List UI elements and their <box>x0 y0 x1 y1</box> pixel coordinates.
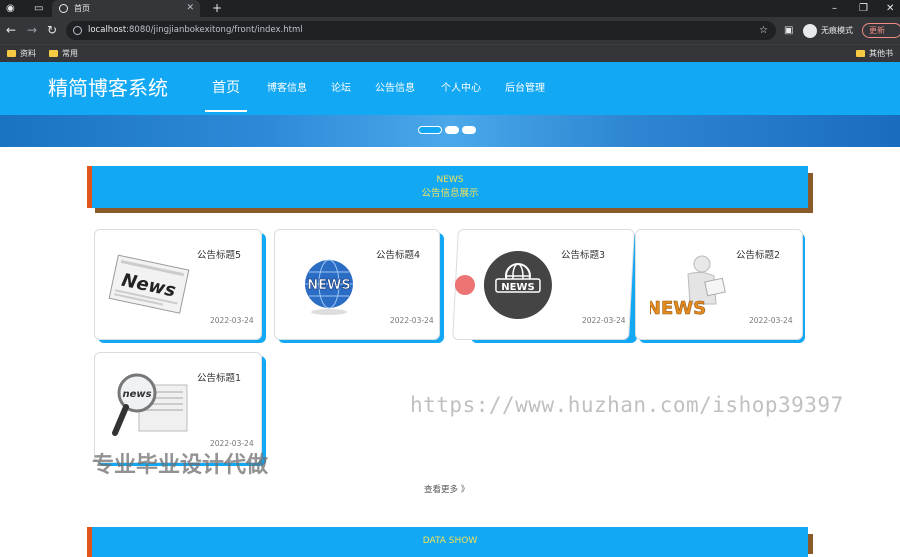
section-title-cn: 公告信息展示 <box>421 188 479 199</box>
section-title-en: DATA SHOW <box>422 536 478 546</box>
card-date: 2022-03-24 <box>581 316 626 325</box>
banner-carousel <box>0 115 900 147</box>
close-icon[interactable]: ✕ <box>186 0 194 17</box>
url-path: :8080/jingjianbokexitong/front/index.htm… <box>126 25 303 35</box>
bookmark-folder[interactable]: 常用 <box>49 45 78 63</box>
side-panel-icon[interactable]: ▣ <box>784 17 793 44</box>
news-circle-globe-icon: NEWS <box>483 251 552 319</box>
browser-toolbar: ← → ↻ localhost:8080/jingjianbokexitong/… <box>0 17 900 44</box>
folder-icon <box>49 50 58 57</box>
carousel-dot[interactable] <box>462 126 476 134</box>
notice-card[interactable]: NEWS 公告标题2 2022-03-24 <box>635 229 803 340</box>
notice-section-title: NEWS 公告信息展示 <box>87 166 808 208</box>
bookmarks-bar: 资料 常用 其他书签 <box>0 44 900 76</box>
nav-home[interactable]: 首页 <box>212 62 240 115</box>
incognito-label: 无痕模式 <box>821 26 853 35</box>
svg-text:NEWS: NEWS <box>501 282 534 293</box>
card-title: 公告标题5 <box>197 250 242 261</box>
nav-admin[interactable]: 后台管理 <box>505 62 545 115</box>
notice-card[interactable]: NEWS 公告标题4 2022-03-24 <box>274 229 440 340</box>
back-icon[interactable]: ← <box>3 22 19 38</box>
notice-card[interactable]: NEWS 公告标题3 2022-03-24 <box>452 229 635 340</box>
bookmark-folder[interactable]: 资料 <box>7 45 36 63</box>
news-globe-icon: NEWS <box>305 259 353 315</box>
card-date: 2022-03-24 <box>749 316 793 325</box>
card-date: 2022-03-24 <box>390 316 434 325</box>
tab-title: 首页 <box>74 4 90 13</box>
bookmark-label: 资料 <box>20 49 36 58</box>
folder-icon <box>856 50 865 57</box>
restore-icon[interactable]: ❐ <box>859 0 868 17</box>
tab-search-icon[interactable]: ▭ <box>34 0 43 17</box>
browser-menu-icon[interactable]: ◉ <box>6 0 15 17</box>
nav-notice[interactable]: 公告信息 <box>375 62 415 115</box>
nav-forum[interactable]: 论坛 <box>331 62 351 115</box>
data-section-title: DATA SHOW <box>87 527 808 557</box>
other-bookmarks[interactable]: 其他书签 <box>856 45 900 76</box>
incognito-icon <box>803 24 817 38</box>
browser-tab-strip: ◉ ▭ 首页 ✕ + – ❐ ✕ <box>0 0 900 17</box>
news-magnifier-icon: news <box>112 373 188 436</box>
news-newspaper-icon: News <box>108 254 190 314</box>
view-more-link[interactable]: 查看更多 》 <box>424 483 469 495</box>
folder-icon <box>7 50 16 57</box>
reload-icon[interactable]: ↻ <box>44 22 60 38</box>
nav-active-indicator <box>205 110 247 112</box>
svg-text:NEWS: NEWS <box>650 298 706 318</box>
url-host: localhost <box>88 25 127 35</box>
card-title: 公告标题4 <box>376 250 421 261</box>
nav-profile[interactable]: 个人中心 <box>441 62 481 115</box>
browser-tab[interactable]: 首页 ✕ <box>52 0 200 17</box>
new-tab-icon[interactable]: + <box>212 0 222 17</box>
bookmark-label: 常用 <box>62 49 78 58</box>
carousel-indicators <box>418 125 478 137</box>
carousel-dot[interactable] <box>418 126 442 134</box>
minimize-icon[interactable]: – <box>832 0 837 17</box>
svg-text:NEWS: NEWS <box>307 278 350 293</box>
globe-icon <box>59 4 68 13</box>
notice-card[interactable]: News 公告标题5 2022-03-24 <box>94 229 262 340</box>
section-title-en: NEWS <box>436 175 464 185</box>
address-bar[interactable]: localhost:8080/jingjianbokexitong/front/… <box>66 21 776 40</box>
watermark-text: 专业毕业设计代做 <box>92 453 269 478</box>
svg-text:news: news <box>122 389 151 400</box>
site-info-icon[interactable] <box>73 26 82 35</box>
bookmark-star-icon[interactable]: ☆ <box>759 21 768 40</box>
card-title: 公告标题3 <box>560 250 605 261</box>
update-button[interactable]: 更新 <box>862 23 900 38</box>
news-3d-figure-icon: NEWS <box>650 255 726 318</box>
watermark-url: https://www.huzhan.com/ishop39397 <box>410 393 844 417</box>
card-title: 公告标题1 <box>197 373 242 384</box>
carousel-dot[interactable] <box>445 126 459 134</box>
window-close-icon[interactable]: ✕ <box>886 0 894 17</box>
card-title: 公告标题2 <box>736 250 781 261</box>
site-logo[interactable]: 精简博客系统 <box>48 62 168 115</box>
mouse-cursor-indicator <box>455 275 475 295</box>
forward-icon[interactable]: → <box>24 22 40 38</box>
card-date: 2022-03-24 <box>210 316 254 325</box>
nav-blog[interactable]: 博客信息 <box>267 62 307 115</box>
site-header: 精简博客系统 首页 博客信息 论坛 公告信息 个人中心 后台管理 <box>0 62 900 115</box>
